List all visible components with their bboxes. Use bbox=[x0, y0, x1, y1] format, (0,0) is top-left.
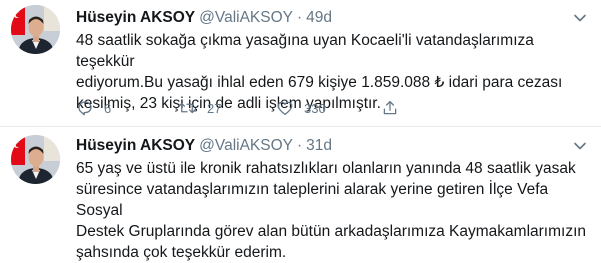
tweet-text-line: ediyorum.Bu yasağı ihlal eden 679 kişiye… bbox=[76, 74, 563, 91]
tweet[interactable]: Hüseyin AKSOY @ValiAKSOY · 31d 65 yaş ve üs… bbox=[0, 128, 601, 261]
tweet-feed: Hüseyin AKSOY @ValiAKSOY · 49d 48 saatlik s… bbox=[0, 0, 601, 261]
timestamp[interactable]: 31d bbox=[306, 137, 332, 154]
chevron-down-icon[interactable] bbox=[573, 11, 587, 25]
reply-icon bbox=[78, 101, 92, 116]
author-handle[interactable]: @ValiAKSOY bbox=[199, 9, 293, 26]
retweet-count: 27 bbox=[207, 100, 222, 116]
reply-button[interactable]: 6 bbox=[76, 98, 111, 118]
like-button[interactable]: 330 bbox=[276, 98, 326, 118]
like-count: 330 bbox=[304, 100, 326, 116]
share-icon bbox=[383, 100, 397, 115]
avatar[interactable] bbox=[11, 5, 60, 54]
author-name[interactable]: Hüseyin AKSOY bbox=[76, 137, 195, 154]
heart-icon bbox=[277, 101, 293, 116]
author-name[interactable]: Hüseyin AKSOY bbox=[76, 9, 195, 26]
tweet-header: Hüseyin AKSOY @ValiAKSOY · 49d bbox=[76, 8, 332, 28]
timestamp[interactable]: 49d bbox=[306, 9, 332, 26]
share-button[interactable] bbox=[381, 98, 399, 118]
separator: · bbox=[297, 9, 303, 26]
tweet-text: 65 yaş ve üstü ile kronik rahatsızlıklar… bbox=[76, 158, 591, 263]
retweet-icon bbox=[178, 102, 196, 114]
author-handle[interactable]: @ValiAKSOY bbox=[199, 137, 293, 154]
avatar-photo-icon bbox=[11, 5, 60, 54]
tweet-text-line: süresince vatandaşlarımızın taleplerini … bbox=[76, 181, 549, 219]
tweet-text-line: 48 saatlik sokağa çıkma yasağına uyan Ko… bbox=[76, 32, 534, 70]
tweet-actions: 6 27 330 bbox=[76, 98, 556, 118]
tweet-header: Hüseyin AKSOY @ValiAKSOY · 31d bbox=[76, 136, 332, 156]
separator: · bbox=[297, 137, 303, 154]
tweet-text-line: Destek Gruplarında görev alan bütün arka… bbox=[76, 223, 587, 240]
avatar-photo-icon bbox=[11, 135, 60, 184]
tweet[interactable]: Hüseyin AKSOY @ValiAKSOY · 49d 48 saatlik s… bbox=[0, 0, 601, 127]
tweet-text-line: 65 yaş ve üstü ile kronik rahatsızlıklar… bbox=[76, 160, 576, 177]
retweet-button[interactable]: 27 bbox=[177, 98, 221, 118]
reply-count: 6 bbox=[104, 100, 112, 116]
avatar[interactable] bbox=[11, 135, 60, 184]
chevron-down-icon[interactable] bbox=[573, 139, 587, 153]
tweet-text-line: şahsında çok teşekkür ederim. bbox=[76, 244, 287, 261]
